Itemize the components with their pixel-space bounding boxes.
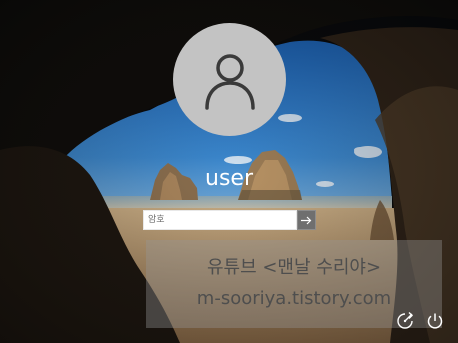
- user-avatar: [173, 23, 286, 136]
- submit-button[interactable]: [297, 210, 316, 230]
- power-button[interactable]: [424, 310, 446, 332]
- lock-screen: user 유튜브 <맨날 수리야> m-sooriya.tistory.com: [0, 0, 458, 343]
- power-icon: [427, 313, 443, 329]
- user-name-label: user: [205, 166, 253, 191]
- watermark-url-text: m-sooriya.tistory.com: [196, 288, 392, 309]
- arrow-right-icon: [301, 216, 312, 224]
- password-field-group: [143, 210, 316, 230]
- watermark-channel-text: 유튜브 <맨날 수리야>: [206, 257, 382, 278]
- ease-of-access-button[interactable]: [394, 310, 416, 332]
- person-silhouette-icon: [204, 53, 255, 110]
- ease-of-access-icon: [397, 312, 413, 329]
- password-input[interactable]: [143, 210, 297, 230]
